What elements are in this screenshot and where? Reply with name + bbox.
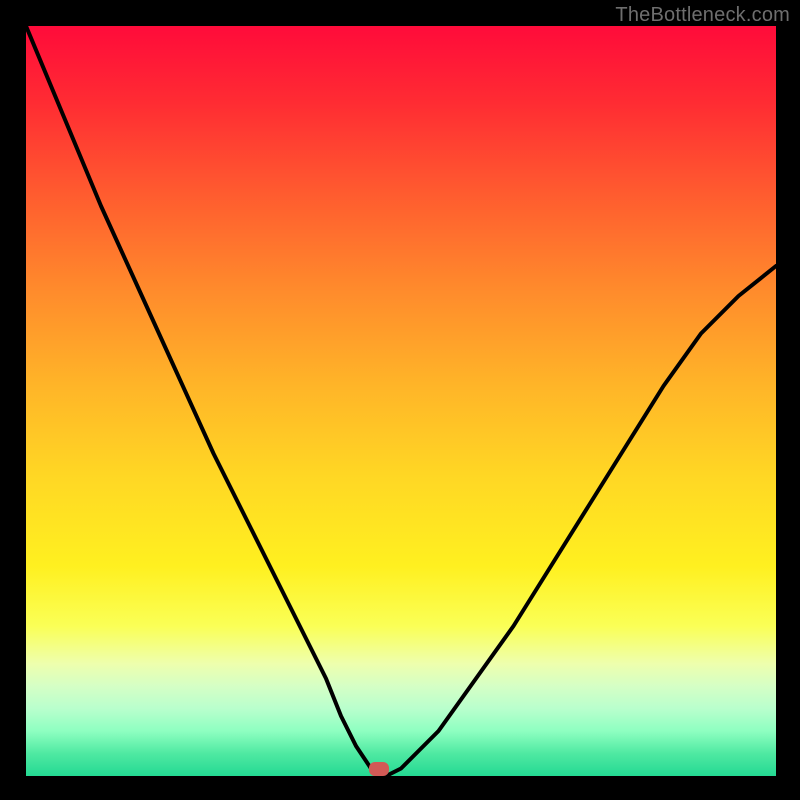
plot-area (26, 26, 776, 776)
optimal-point-marker (369, 762, 389, 776)
attribution-text: TheBottleneck.com (615, 4, 790, 27)
curve-path (26, 26, 776, 776)
chart-container: TheBottleneck.com (0, 0, 800, 800)
bottleneck-curve (26, 26, 776, 776)
